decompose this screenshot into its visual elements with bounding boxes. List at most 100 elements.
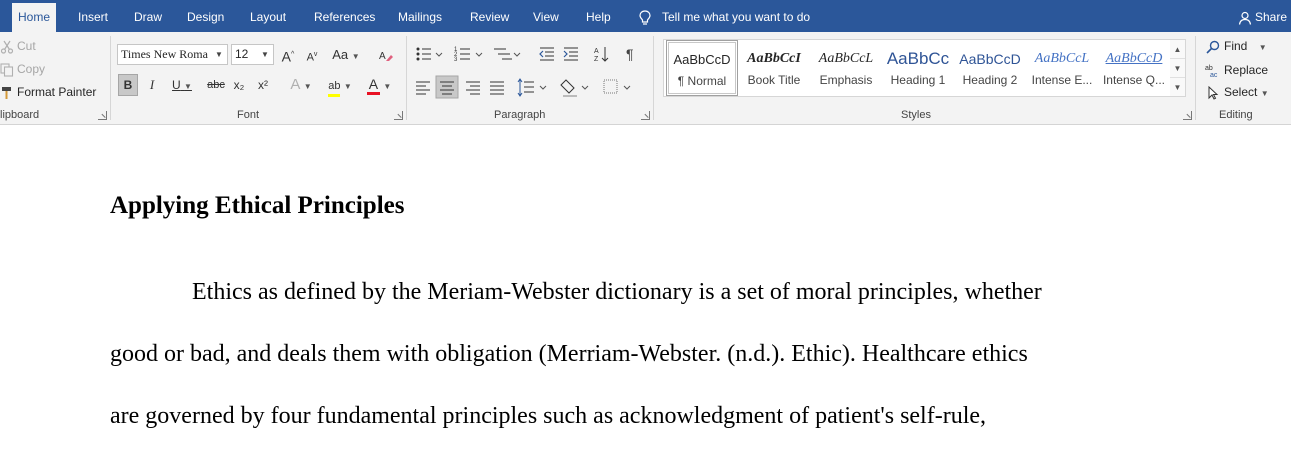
find-button[interactable]: Find ▼ <box>1205 36 1267 56</box>
copy-label: Copy <box>17 62 46 76</box>
numbering-icon[interactable]: 1 2 3 <box>454 47 483 63</box>
decrease-indent-icon[interactable] <box>539 47 554 61</box>
clipboard-dialog-launcher[interactable] <box>98 111 107 120</box>
tell-me-search[interactable]: Tell me what you want to do <box>638 0 810 32</box>
bold-button[interactable]: B <box>118 74 138 96</box>
tab-review[interactable]: Review <box>470 0 509 32</box>
shading-icon[interactable] <box>560 79 589 97</box>
cursor-arrow-icon <box>1208 85 1219 100</box>
style-name: Heading 1 <box>890 73 946 87</box>
font-group-label: Font <box>237 109 260 121</box>
group-divider <box>406 36 407 120</box>
svg-text:ab: ab <box>1205 65 1213 72</box>
italic-button[interactable]: I <box>142 74 162 96</box>
format-painter-button[interactable]: Format Painter <box>0 83 96 101</box>
more-styles-icon[interactable]: ▼ <box>1170 78 1185 97</box>
copy-button[interactable]: Copy <box>0 60 45 78</box>
style-intense-quote[interactable]: AaBbCcD Intense Q... <box>1098 40 1170 96</box>
cut-button[interactable]: Cut <box>0 37 36 55</box>
font-color-button[interactable]: A ▼ <box>362 74 396 96</box>
clear-formatting-button[interactable]: A <box>376 44 396 66</box>
style-heading-2[interactable]: AaBbCcD Heading 2 <box>954 40 1026 96</box>
tab-help[interactable]: Help <box>586 0 611 32</box>
highlight-button[interactable]: ab ▼ <box>322 74 358 97</box>
text-effects-icon: A <box>290 76 300 93</box>
cut-label: Cut <box>17 39 36 53</box>
chevron-down-icon[interactable]: ▼ <box>259 45 271 64</box>
strikethrough-button[interactable]: abc <box>204 74 228 96</box>
font-size-combo[interactable]: 12 ▼ <box>231 44 274 65</box>
tab-view[interactable]: View <box>533 0 559 32</box>
tab-home[interactable]: Home <box>12 3 57 32</box>
tab-draw[interactable]: Draw <box>134 0 162 32</box>
style-sample: AaBbCcL <box>818 51 874 66</box>
text-effects-button[interactable]: A ▼ <box>284 74 318 96</box>
styles-group-label: Styles <box>901 109 931 121</box>
paragraph-line: good or bad, and deals them with obligat… <box>110 341 1028 367</box>
sort-icon[interactable]: A Z <box>594 47 609 63</box>
style-intense-emphasis[interactable]: AaBbCcL Intense E... <box>1026 40 1098 96</box>
chevron-down-icon[interactable]: ▼ <box>1170 59 1185 78</box>
paragraph-group-label: Paragraph <box>494 109 546 121</box>
align-center-button[interactable] <box>435 75 459 99</box>
paragraph-line: Ethics as defined by the Meriam-Webster … <box>192 279 1042 305</box>
show-hide-pilcrow-icon[interactable]: ¶ <box>626 46 634 62</box>
shrink-font-button[interactable]: Av <box>302 44 322 66</box>
style-sample: AaBbCcD <box>959 51 1021 67</box>
underline-button[interactable]: U ▼ <box>166 74 198 96</box>
share-label: Share <box>1254 10 1287 24</box>
font-size-value: 12 <box>235 47 249 61</box>
chevron-down-icon[interactable]: ▼ <box>213 45 225 64</box>
chevron-up-icon[interactable]: ▲ <box>1170 40 1185 59</box>
multilevel-list-icon[interactable] <box>494 48 521 60</box>
align-left-icon[interactable] <box>416 81 430 95</box>
align-right-icon[interactable] <box>466 81 480 95</box>
style-book-title[interactable]: AaBbCcI Book Title <box>738 40 810 96</box>
select-button[interactable]: Select ▼ <box>1205 82 1269 102</box>
style-normal[interactable]: AaBbCcD ¶ Normal <box>666 40 738 96</box>
style-sample: AaBbCcL <box>1034 51 1090 66</box>
svg-text:A: A <box>379 51 386 62</box>
justify-icon[interactable] <box>490 81 504 95</box>
tab-insert[interactable]: Insert <box>78 0 108 32</box>
style-emphasis[interactable]: AaBbCcL Emphasis <box>810 40 882 96</box>
share-button[interactable]: Share <box>1238 0 1287 32</box>
ribbon-tab-bar: Home Insert Draw Design Layout Reference… <box>0 0 1291 32</box>
document-page[interactable]: Applying Ethical Principles Ethics as de… <box>0 126 1291 461</box>
font-name-combo[interactable]: Times New Roma ▼ <box>117 44 228 65</box>
style-name: Heading 2 <box>962 73 1018 87</box>
copy-icon <box>0 63 14 77</box>
style-name: ¶ Normal <box>677 74 727 88</box>
font-color-icon: A <box>366 77 381 95</box>
style-heading-1[interactable]: AaBbCс Heading 1 <box>882 40 954 96</box>
search-icon <box>1206 40 1220 54</box>
tab-mailings[interactable]: Mailings <box>398 0 442 32</box>
font-dialog-launcher[interactable] <box>394 111 403 120</box>
styles-gallery-scroll: ▲ ▼ ▼ <box>1170 39 1186 97</box>
tab-references[interactable]: References <box>314 0 375 32</box>
ribbon-home: Cut Copy Format Painter lipboard Times N… <box>0 32 1291 125</box>
superscript-button[interactable]: x² <box>254 74 272 96</box>
subscript-button[interactable]: x₂ <box>230 74 248 96</box>
eraser-icon: A <box>379 51 393 62</box>
bullets-icon[interactable] <box>416 47 443 61</box>
paragraph-dialog-launcher[interactable] <box>641 111 650 120</box>
font-name-value: Times New Roma <box>121 47 208 61</box>
tab-design[interactable]: Design <box>187 0 224 32</box>
grow-font-button[interactable]: A^ <box>278 44 298 66</box>
increase-indent-icon[interactable] <box>563 47 578 61</box>
replace-button[interactable]: ab ac Replace <box>1205 60 1268 80</box>
replace-icon: ab ac <box>1205 65 1218 78</box>
highlighter-icon: ab <box>328 79 341 97</box>
tell-me-text: Tell me what you want to do <box>662 10 811 24</box>
line-spacing-icon[interactable] <box>517 78 547 97</box>
style-sample: AaBbCcD <box>673 52 731 67</box>
borders-icon[interactable] <box>603 79 631 94</box>
replace-label: Replace <box>1224 63 1269 77</box>
styles-dialog-launcher[interactable] <box>1183 111 1192 120</box>
style-name: Book Title <box>747 73 801 87</box>
tab-layout[interactable]: Layout <box>250 0 286 32</box>
scissors-icon <box>0 40 14 54</box>
change-case-button[interactable]: Aa ▼ <box>330 44 362 66</box>
person-icon <box>1238 11 1252 25</box>
